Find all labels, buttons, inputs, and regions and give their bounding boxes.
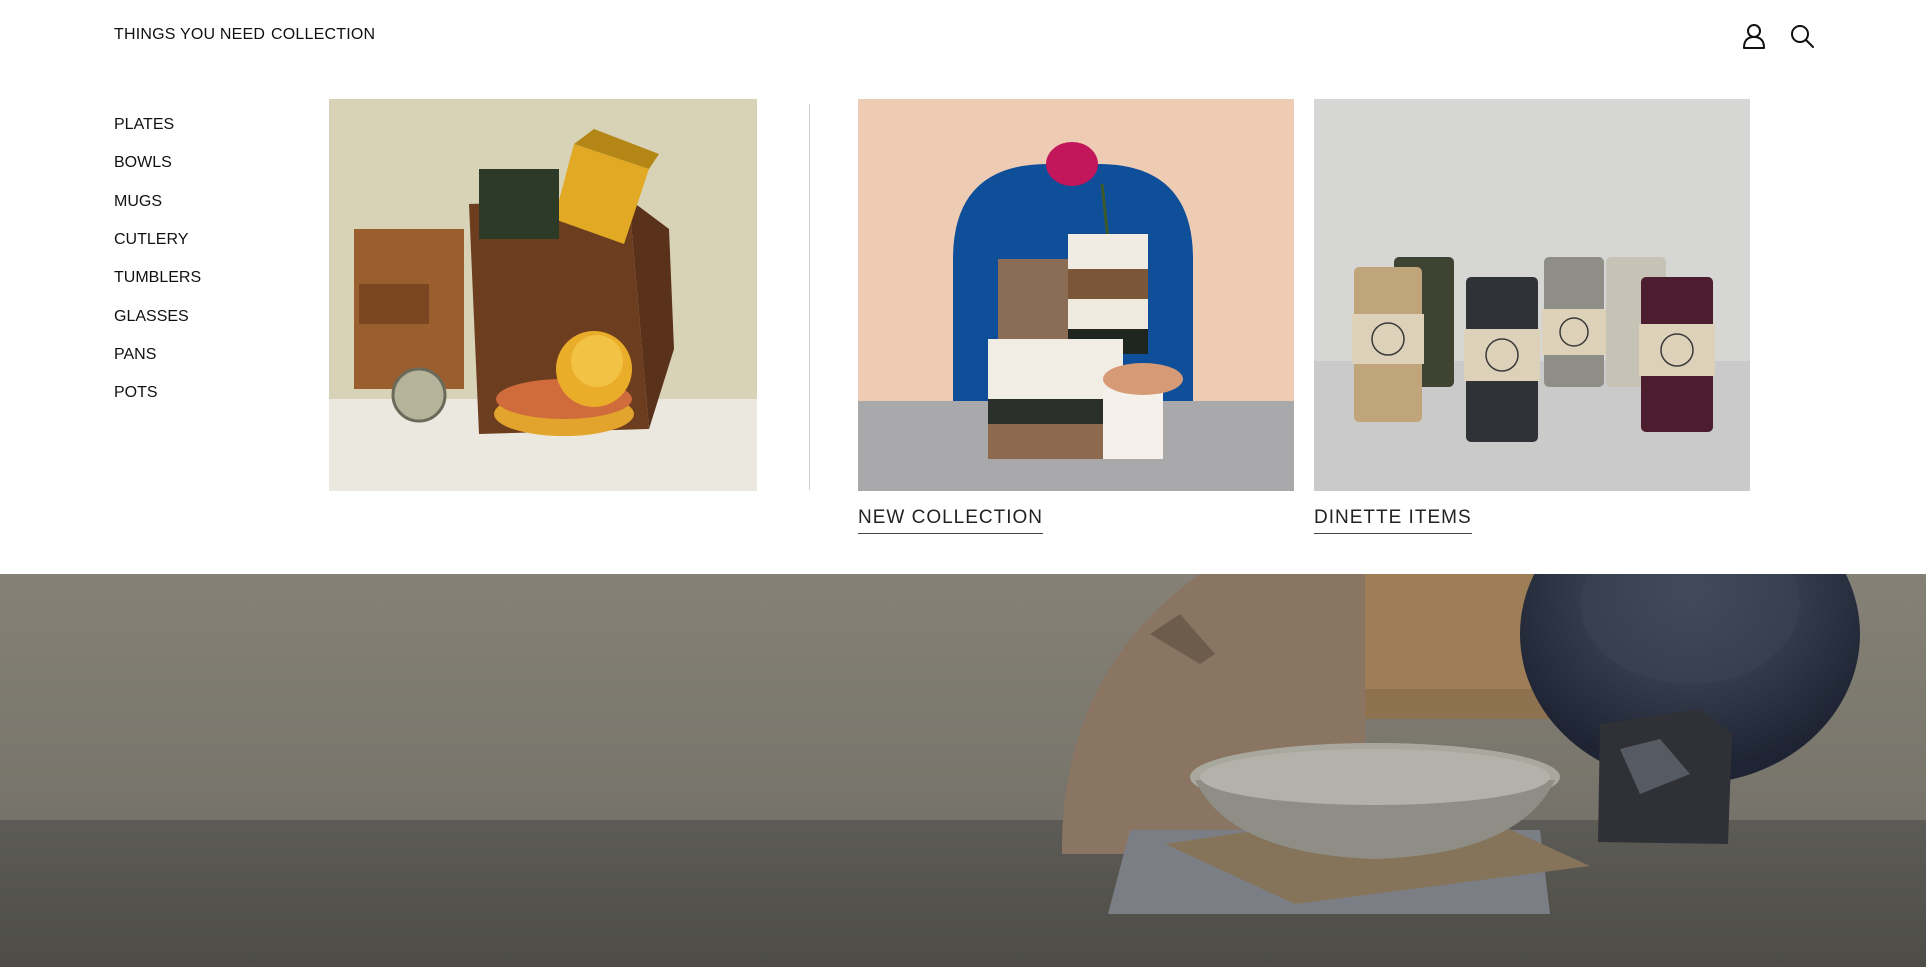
menu-divider — [809, 104, 810, 490]
category-plates[interactable]: PLATES — [114, 116, 174, 134]
category-bowls[interactable]: BOWLS — [114, 154, 172, 172]
new-collection-link[interactable]: NEW COLLECTION — [858, 507, 1044, 534]
dinette-items-link[interactable]: DINETTE ITEMS — [1314, 507, 1472, 534]
feature-image-bag[interactable] — [329, 99, 757, 491]
category-mugs[interactable]: MUGS — [114, 193, 162, 211]
hero-image — [0, 574, 1926, 967]
page: THINGS YOU NEED COLLECTION PLATES BOWLS … — [0, 0, 1926, 967]
promo-image-dinette-items[interactable] — [1314, 99, 1750, 491]
hero-banner[interactable] — [0, 574, 1926, 967]
category-cutlery[interactable]: CUTLERY — [114, 231, 188, 249]
search-icon[interactable] — [1786, 20, 1818, 52]
category-glasses[interactable]: GLASSES — [114, 308, 189, 326]
category-tumblers[interactable]: TUMBLERS — [114, 269, 201, 287]
nav-things-you-need[interactable]: THINGS YOU NEED — [114, 26, 265, 44]
category-pans[interactable]: PANS — [114, 346, 156, 364]
header: THINGS YOU NEED COLLECTION — [0, 0, 1926, 74]
promo-image-new-collection[interactable] — [858, 99, 1294, 491]
mega-menu: PLATES BOWLS MUGS CUTLERY TUMBLERS GLASS… — [1, 52, 1921, 574]
nav-collection[interactable]: COLLECTION — [271, 26, 375, 44]
account-icon[interactable] — [1738, 20, 1770, 52]
category-pots[interactable]: POTS — [114, 384, 158, 402]
